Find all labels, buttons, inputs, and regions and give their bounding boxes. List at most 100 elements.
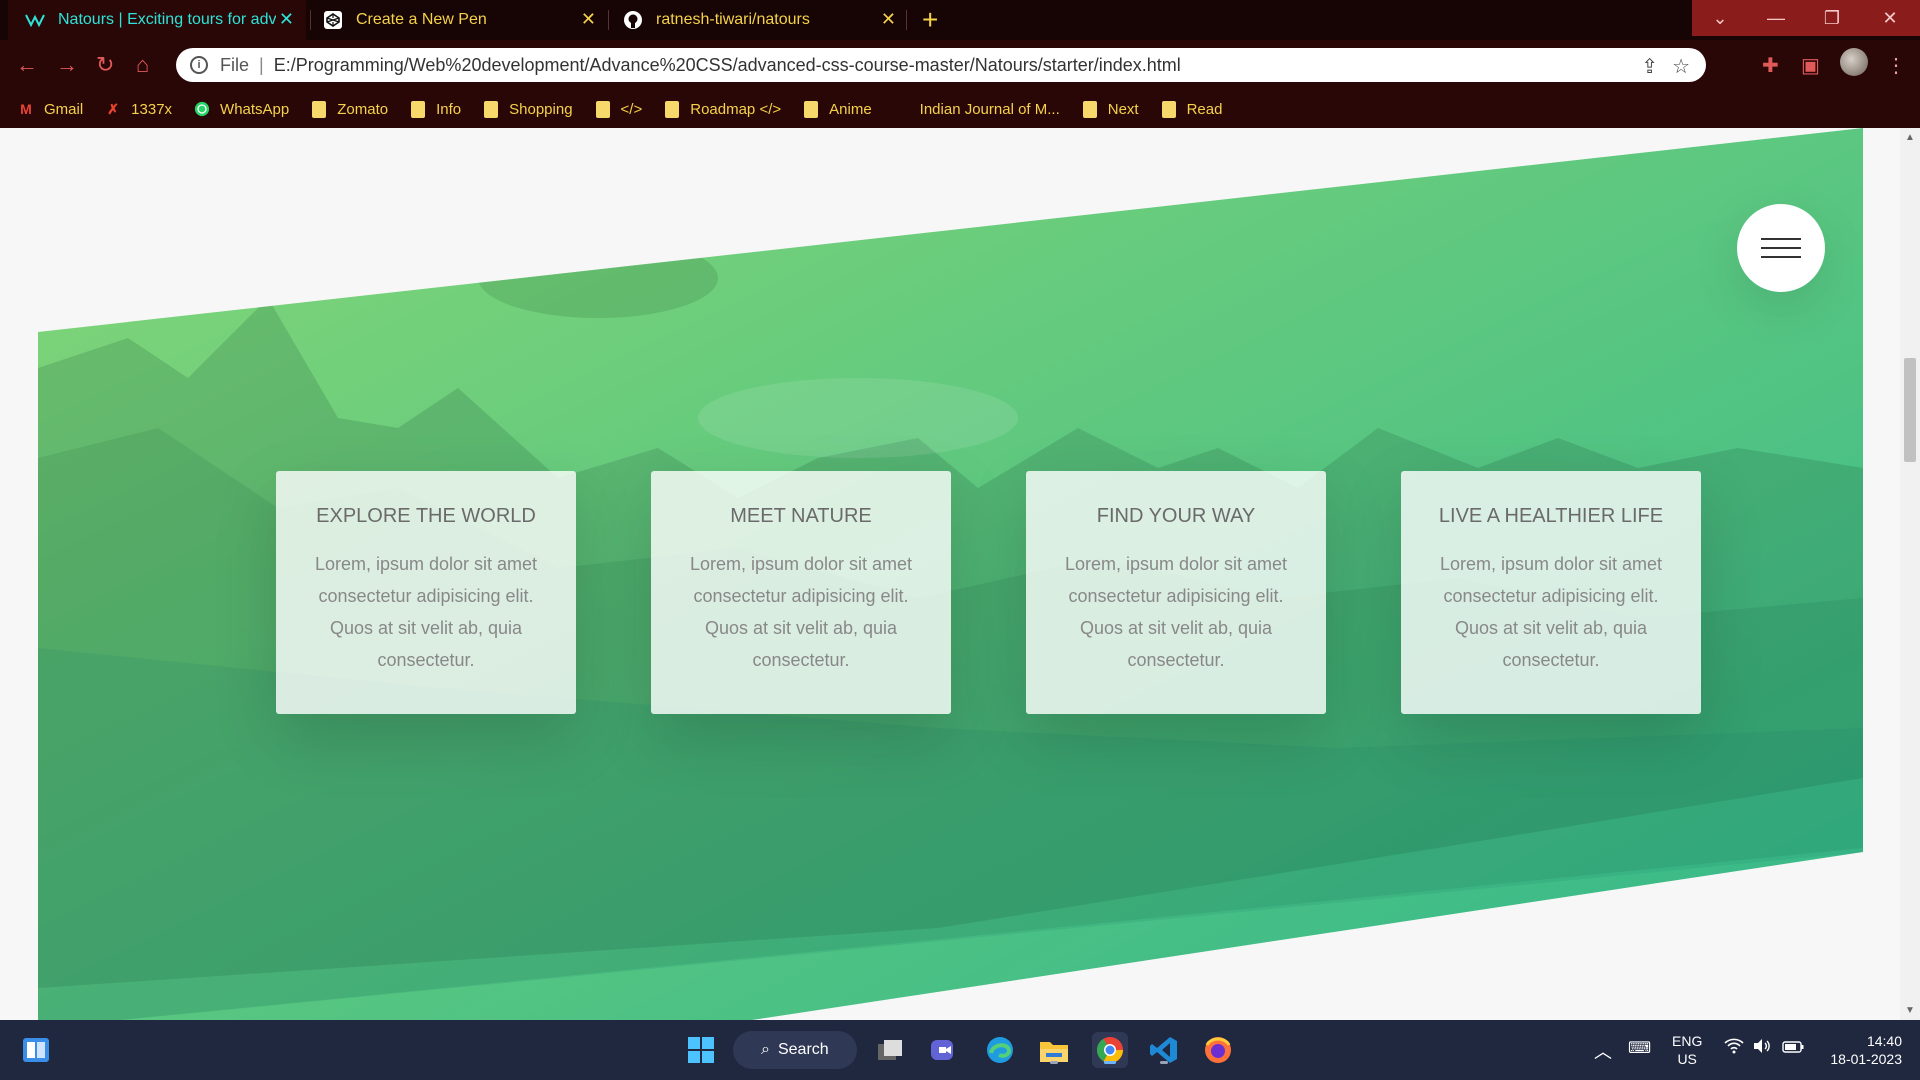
tab-separator — [608, 10, 609, 30]
bookmark-label: Anime — [829, 100, 872, 118]
clock[interactable]: 14:40 18-01-2023 — [1820, 1032, 1902, 1068]
bookmark-folder-next[interactable]: Next — [1082, 100, 1139, 118]
site-info-icon[interactable]: i — [190, 56, 208, 74]
folder-icon — [1082, 100, 1098, 118]
bookmark-folder-read[interactable]: Read — [1161, 100, 1222, 118]
bookmark-label: Next — [1107, 100, 1139, 118]
side-panel-icon[interactable]: ▣ — [1801, 53, 1820, 78]
feature-box: FIND YOUR WAY Lorem, ipsum dolor sit ame… — [1026, 471, 1326, 714]
hamburger-icon — [1761, 238, 1801, 240]
running-indicator — [1160, 1061, 1168, 1064]
firefox-icon[interactable] — [1200, 1032, 1236, 1068]
feature-box-title: MEET NATURE — [730, 505, 872, 527]
forward-icon[interactable]: → — [56, 52, 78, 78]
date-label: 18-01-2023 — [1830, 1051, 1902, 1067]
minimize-icon[interactable]: — — [1748, 0, 1804, 36]
share-icon[interactable]: ⇪ — [1641, 54, 1658, 79]
github-icon — [622, 9, 644, 31]
feature-box-text: Lorem, ipsum dolor sit amet consectetur … — [1439, 554, 1663, 670]
battery-icon[interactable] — [1782, 1040, 1804, 1056]
chevron-up-icon[interactable]: ︿ — [1594, 1038, 1612, 1064]
bookmark-folder-info[interactable]: Info — [410, 100, 461, 118]
new-tab-icon[interactable]: + — [922, 4, 938, 36]
hamburger-icon — [1761, 247, 1801, 249]
teams-chat-icon[interactable] — [926, 1032, 962, 1068]
bookmark-label: 1337x — [131, 100, 173, 118]
scrollbar-thumb[interactable] — [1904, 358, 1916, 462]
browser-toolbar: ← → ↻ ⌂ i File | E:/Programming/Web%20de… — [0, 40, 1920, 90]
feature-cards-row: EXPLORE THE WORLD Lorem, ipsum dolor sit… — [276, 471, 1701, 714]
url-text[interactable]: E:/Programming/Web%20development/Advance… — [274, 55, 1181, 76]
feature-box-text: Lorem, ipsum dolor sit amet consectetur … — [314, 554, 538, 670]
reload-icon[interactable]: ↻ — [96, 52, 114, 78]
edge-browser-icon[interactable] — [982, 1032, 1018, 1068]
tab-natours[interactable]: Natours | Exciting tours for adventurous… — [8, 0, 306, 40]
bookmark-folder-shopping[interactable]: Shopping — [483, 100, 573, 118]
folder-icon — [664, 100, 680, 118]
windows-start-icon[interactable] — [683, 1032, 719, 1068]
feature-box: LIVE A HEALTHIER LIFE Lorem, ipsum dolor… — [1401, 471, 1701, 714]
bookmark-label: Shopping — [509, 100, 573, 118]
bookmark-folder-code[interactable]: </> — [595, 100, 642, 118]
back-icon[interactable]: ← — [16, 52, 38, 78]
chrome-icon[interactable] — [1092, 1032, 1128, 1068]
tab-search-icon[interactable]: ⌄ — [1692, 0, 1748, 36]
time-label: 14:40 — [1866, 1033, 1902, 1049]
feature-box-text: Lorem, ipsum dolor sit amet consectetur … — [1064, 554, 1288, 670]
tab-label: Natours | Exciting tours for adventurous… — [58, 11, 276, 28]
menu-kebab-icon[interactable]: ⋮ — [1886, 53, 1906, 78]
bookmark-1337x[interactable]: ✗ 1337x — [105, 100, 172, 118]
volume-icon[interactable] — [1752, 1038, 1772, 1057]
address-bar[interactable]: i File | E:/Programming/Web%20developmen… — [176, 48, 1706, 82]
bookmark-star-icon[interactable]: ☆ — [1672, 54, 1690, 79]
bookmark-label: Indian Journal of M... — [919, 100, 1060, 118]
page-viewport: EXPLORE THE WORLD Lorem, ipsum dolor sit… — [0, 128, 1920, 1020]
bookmark-label: Gmail — [44, 100, 84, 118]
home-icon[interactable]: ⌂ — [136, 52, 149, 78]
vscode-icon[interactable] — [1146, 1032, 1182, 1068]
keyboard-icon[interactable]: ⌨ — [1628, 1038, 1651, 1058]
windows-taskbar: ⌕ Search ︿ ⌨ ENG US 14:40 18-01-2023 — [0, 1020, 1920, 1080]
x-icon: ✗ — [107, 100, 120, 117]
whatsapp-icon — [194, 100, 210, 118]
folder-icon — [595, 100, 611, 118]
bookmark-whatsapp[interactable]: WhatsApp — [194, 100, 289, 118]
feature-box-title: EXPLORE THE WORLD — [316, 505, 536, 527]
natours-logo-icon — [24, 9, 46, 31]
profile-avatar[interactable] — [1840, 48, 1868, 76]
tab-separator — [906, 10, 907, 30]
gmail-icon: M — [20, 101, 32, 117]
close-icon[interactable]: ✕ — [279, 9, 294, 30]
folder-icon — [311, 100, 327, 118]
task-view-widget-icon[interactable] — [18, 1032, 54, 1068]
task-view-icon[interactable] — [872, 1032, 908, 1068]
close-icon[interactable]: ✕ — [881, 9, 896, 30]
file-explorer-icon[interactable] — [1036, 1032, 1072, 1068]
tab-separator — [310, 10, 311, 30]
extensions-icon[interactable]: ✚ — [1762, 53, 1779, 78]
page-scrollbar[interactable]: ▲ ▼ — [1900, 128, 1920, 1020]
bookmark-folder-roadmap[interactable]: Roadmap </> — [664, 100, 781, 118]
scroll-down-icon[interactable]: ▼ — [1905, 1005, 1915, 1016]
tab-codepen[interactable]: Create a New Pen ✕ — [312, 0, 608, 40]
navigation-menu-button[interactable] — [1737, 204, 1825, 292]
close-window-icon[interactable]: ✕ — [1860, 0, 1920, 36]
taskbar-search[interactable]: ⌕ Search — [733, 1031, 857, 1069]
close-icon[interactable]: ✕ — [581, 9, 596, 30]
bookmark-label: WhatsApp — [220, 100, 290, 118]
scroll-up-icon[interactable]: ▲ — [1905, 132, 1915, 143]
folder-icon — [1161, 100, 1177, 118]
bookmark-folder-anime[interactable]: Anime — [803, 100, 872, 118]
bookmark-folder-zomato[interactable]: Zomato — [311, 100, 388, 118]
tab-label: ratnesh-tiwari/natours — [656, 11, 810, 28]
language-label: ENG — [1672, 1033, 1703, 1049]
tab-github[interactable]: ratnesh-tiwari/natours ✕ — [612, 0, 908, 40]
bookmark-gmail[interactable]: M Gmail — [18, 100, 83, 118]
scheme-label: File — [220, 54, 250, 75]
language-indicator[interactable]: ENG US — [1672, 1032, 1702, 1068]
bookmark-indian-journal[interactable]: Indian Journal of M... — [920, 101, 1060, 118]
wifi-icon[interactable] — [1724, 1038, 1744, 1059]
running-indicator — [1104, 1061, 1116, 1064]
feature-box-title: FIND YOUR WAY — [1096, 505, 1256, 527]
restore-icon[interactable]: ❐ — [1804, 0, 1860, 36]
